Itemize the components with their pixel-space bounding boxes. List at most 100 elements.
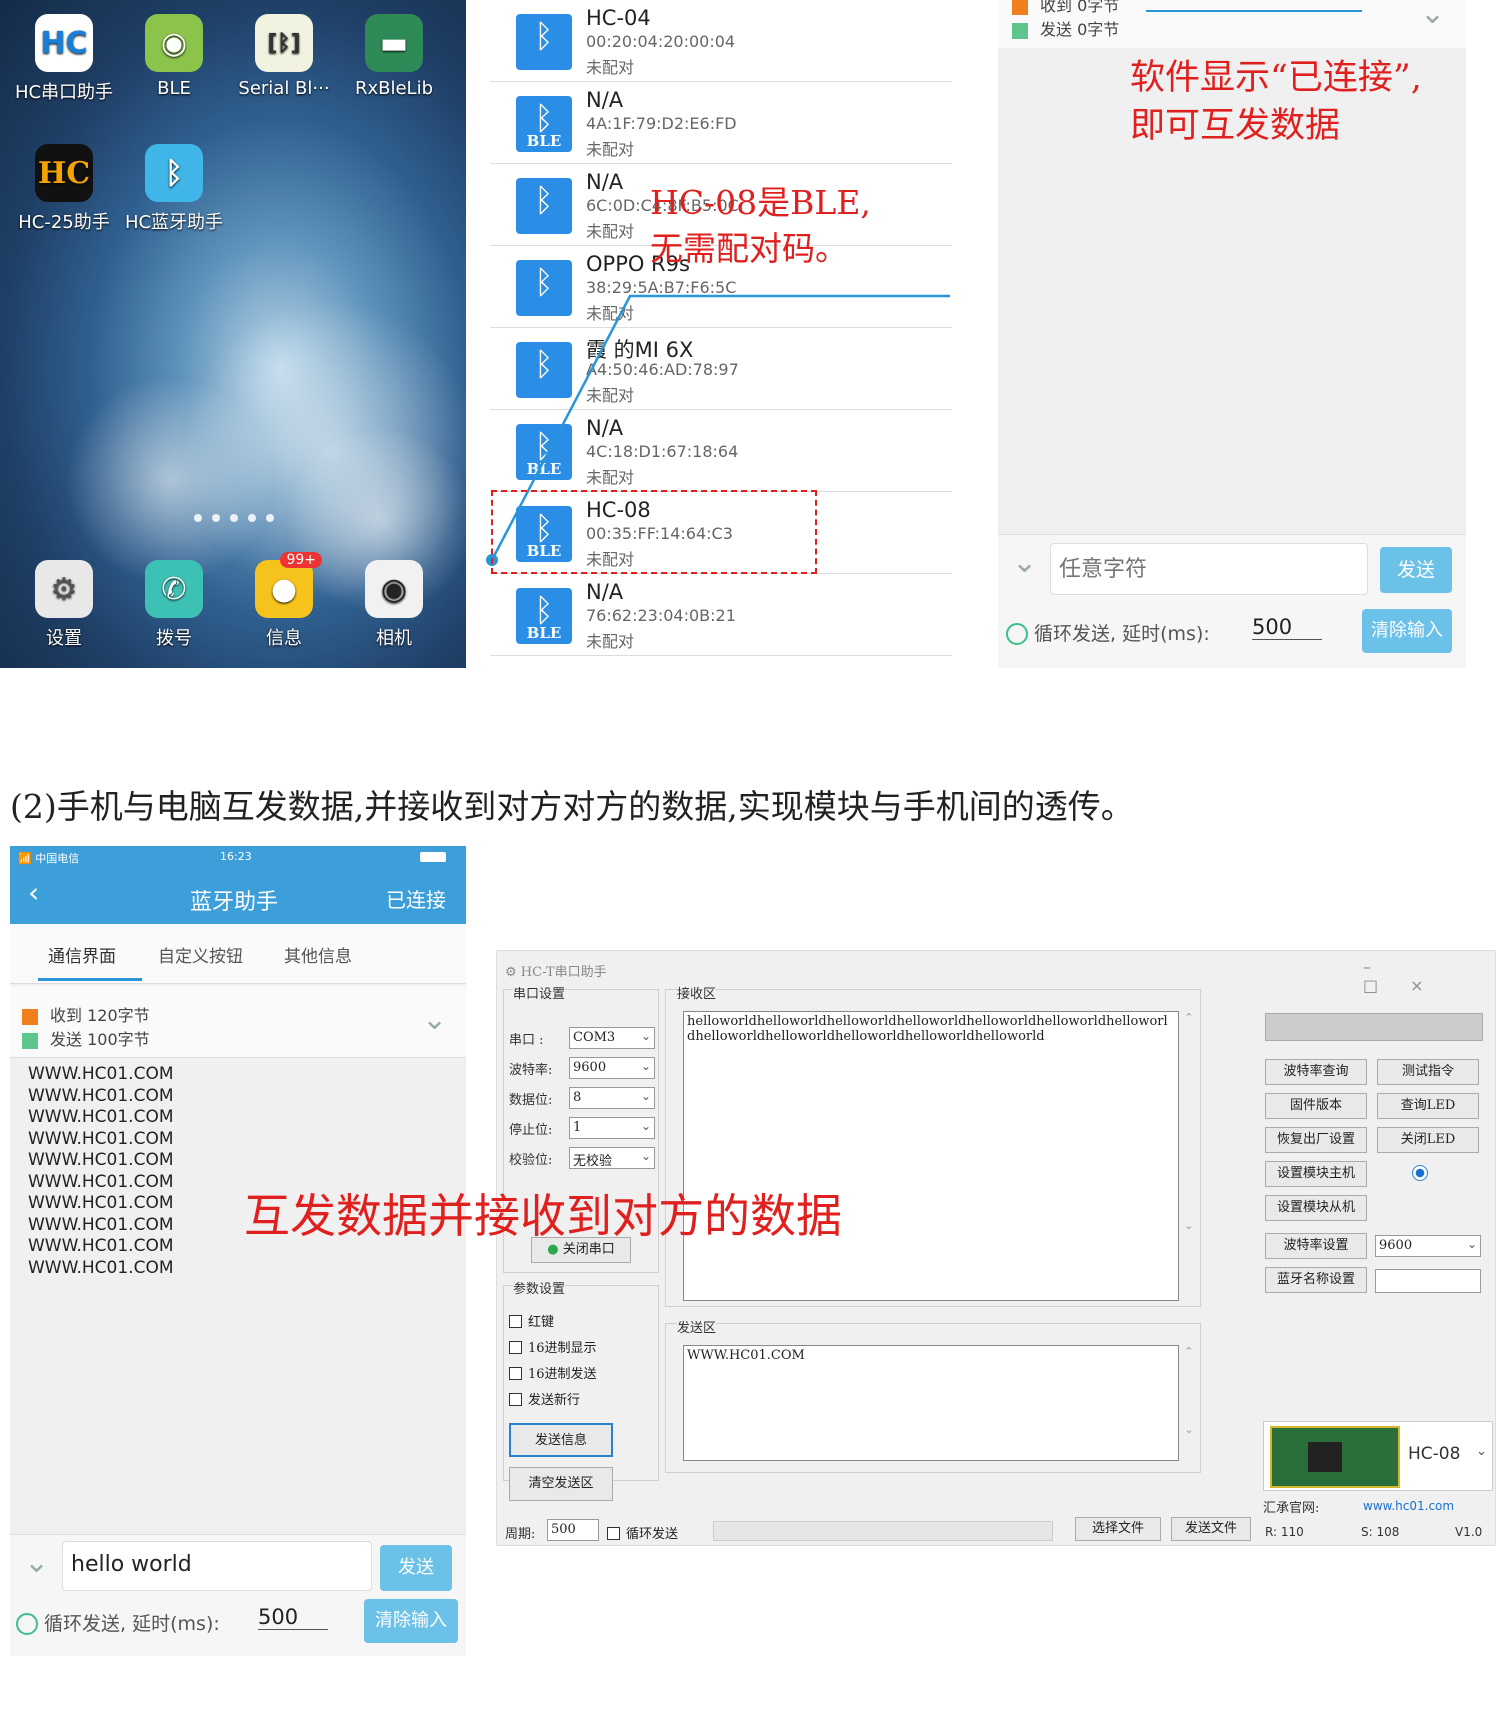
loop-radio[interactable]: [1006, 623, 1028, 645]
progress-bar: [713, 1521, 1053, 1541]
send-button[interactable]: 发送: [380, 1545, 452, 1591]
received-line: WWW.HC01.COM: [28, 1085, 174, 1106]
clear-input-button[interactable]: 清除输入: [1362, 609, 1452, 653]
send-textarea[interactable]: WWW.HC01.COM: [683, 1345, 1179, 1461]
gear-icon: ⚙: [35, 560, 93, 618]
unread-badge: 99+: [280, 552, 322, 568]
rx-count: R: 110: [1265, 1525, 1304, 1539]
query-led-button[interactable]: 查询LED: [1377, 1093, 1479, 1119]
loop-radio[interactable]: [16, 1613, 38, 1635]
app-rxblelib[interactable]: ▬ RxBleLib: [344, 14, 444, 99]
app-serial-bluetooth[interactable]: [ᛒ] Serial Bl···: [234, 14, 334, 99]
period-input[interactable]: 500: [547, 1519, 599, 1541]
send-count: 发送 100字节: [50, 1030, 150, 1049]
baud-select[interactable]: 9600 ⌄: [569, 1057, 655, 1079]
battery-icon: [420, 852, 446, 862]
app-hc25[interactable]: HC HC-25助手: [14, 144, 114, 234]
message-input[interactable]: hello world: [62, 1541, 372, 1591]
window-controls[interactable]: –□×: [1363, 957, 1495, 995]
status-display: [1265, 1013, 1483, 1041]
received-line: WWW.HC01.COM: [28, 1236, 174, 1256]
delay-input[interactable]: 500: [258, 1605, 328, 1630]
close-led-button[interactable]: 关闭LED: [1377, 1127, 1479, 1153]
hc25-logo-icon: HC: [35, 144, 93, 202]
collapse-chevron-icon[interactable]: ⌄: [1012, 548, 1037, 578]
top-bar: 📶 中国电信 16:23 ‹ 蓝牙助手 已连接: [10, 846, 466, 924]
received-line: WWW.HC01.COM: [28, 1171, 174, 1192]
master-radio[interactable]: [1412, 1165, 1428, 1181]
input-area: ⌄ 发送 循环发送, 延时(ms): 500 清除输入: [998, 534, 1466, 668]
send-file-button[interactable]: 发送文件: [1171, 1517, 1251, 1541]
parity-select[interactable]: 无校验 ⌄: [569, 1147, 655, 1169]
chevron-down-icon[interactable]: ⌄: [1420, 0, 1445, 29]
home-screen: HC HC串口助手 ◉ BLE [ᛒ] Serial Bl··· ▬ RxBle…: [0, 0, 466, 668]
test-cmd-button[interactable]: 测试指令: [1377, 1059, 1479, 1085]
dock-phone[interactable]: ✆ 拨号: [124, 560, 224, 650]
receive-scrollbar[interactable]: ⌃ ⌄: [1181, 1011, 1197, 1301]
android-head-icon: ▬: [365, 14, 423, 72]
dock-camera[interactable]: ◉ 相机: [344, 560, 444, 650]
checkbox-loop-send[interactable]: 循环发送: [607, 1523, 678, 1542]
ble-note: HC-08是BLE, 无需配对码。: [650, 183, 871, 268]
tab-bar: 通信界面 自定义按钮 其他信息: [10, 924, 466, 984]
clear-send-button[interactable]: 清空发送区: [509, 1467, 613, 1501]
hc-logo-icon: HC: [35, 14, 93, 72]
serial-bluetooth-icon: [ᛒ]: [255, 14, 313, 72]
checkbox-red-key[interactable]: 红键: [509, 1311, 554, 1330]
received-line: WWW.HC01.COM: [28, 1150, 174, 1170]
app-ble[interactable]: ◉ BLE: [124, 14, 224, 99]
received-line: WWW.HC01.COM: [28, 1257, 174, 1278]
clear-input-button[interactable]: 清除输入: [364, 1599, 458, 1643]
delay-input[interactable]: 500: [1252, 615, 1322, 640]
dock-settings[interactable]: ⚙ 设置: [14, 560, 114, 650]
active-tab-indicator: [38, 978, 142, 981]
firmware-button[interactable]: 固件版本: [1265, 1093, 1367, 1119]
back-icon[interactable]: ‹: [28, 876, 39, 909]
checkbox-hex-display[interactable]: 16进制显示: [509, 1337, 597, 1356]
factory-reset-button[interactable]: 恢复出厂设置: [1265, 1127, 1367, 1153]
website-link[interactable]: www.hc01.com: [1363, 1499, 1454, 1513]
stopbits-select[interactable]: 1 ⌄: [569, 1117, 655, 1139]
set-master-button[interactable]: 设置模块主机: [1265, 1161, 1367, 1187]
module-board-image: [1270, 1426, 1400, 1488]
status-time: 16:23: [220, 850, 252, 863]
app-hc-bluetooth[interactable]: ᛒ HC蓝牙助手: [124, 144, 224, 234]
baud-set-button[interactable]: 波特率设置: [1265, 1233, 1367, 1259]
tab-other-info[interactable]: 其他信息: [284, 942, 352, 967]
send-button[interactable]: 发送: [1380, 547, 1452, 593]
databits-select[interactable]: 8 ⌄: [569, 1087, 655, 1109]
collapse-chevron-icon[interactable]: ⌄: [24, 1548, 49, 1578]
tab-custom-buttons[interactable]: 自定义按钮: [158, 942, 243, 967]
status-carrier: 📶 中国电信: [18, 852, 80, 865]
port-select[interactable]: COM3 ⌄: [569, 1027, 655, 1049]
recv-count: 收到 120字节: [50, 1006, 150, 1025]
tab-communication[interactable]: 通信界面: [48, 942, 116, 967]
tx-count: S: 108: [1361, 1525, 1400, 1539]
set-slave-button[interactable]: 设置模块从机: [1265, 1195, 1367, 1221]
receive-textarea[interactable]: helloworldhelloworldhelloworldhelloworld…: [683, 1011, 1179, 1301]
chevron-down-icon[interactable]: ⌄: [422, 1005, 447, 1035]
hc08-highlight: [491, 490, 817, 574]
send-count: 发送 0字节: [1040, 20, 1120, 39]
android-icon: ◉: [145, 14, 203, 72]
name-set-button[interactable]: 蓝牙名称设置: [1265, 1267, 1367, 1293]
choose-file-button[interactable]: 选择文件: [1075, 1517, 1161, 1541]
module-selector[interactable]: HC-08 ⌄: [1263, 1421, 1493, 1491]
module-name: HC-08: [1408, 1444, 1461, 1464]
device-mac: 76:62:23:04:0B:21: [586, 606, 736, 625]
checkbox-hex-send[interactable]: 16进制发送: [509, 1363, 597, 1382]
checkbox-send-newline[interactable]: 发送新行: [509, 1389, 580, 1408]
dock-messages[interactable]: ● 99+ 信息: [234, 552, 334, 650]
connector-line: [1146, 10, 1362, 12]
baud-set-select[interactable]: 9600 ⌄: [1375, 1235, 1481, 1257]
send-info-button[interactable]: 发送信息: [509, 1423, 613, 1457]
send-scrollbar[interactable]: ⌃ ⌄: [1181, 1345, 1197, 1461]
input-area: ⌄ hello world 发送 循环发送, 延时(ms): 500 清除输入: [10, 1534, 466, 1656]
camera-icon: ◉: [365, 560, 423, 618]
name-input[interactable]: [1375, 1269, 1481, 1293]
received-line: WWW.HC01.COM: [28, 1064, 174, 1084]
received-line: WWW.HC01.COM: [28, 1193, 174, 1213]
baud-query-button[interactable]: 波特率查询: [1265, 1059, 1367, 1085]
app-hc-serial[interactable]: HC HC串口助手: [14, 14, 114, 104]
message-input[interactable]: [1050, 543, 1368, 595]
